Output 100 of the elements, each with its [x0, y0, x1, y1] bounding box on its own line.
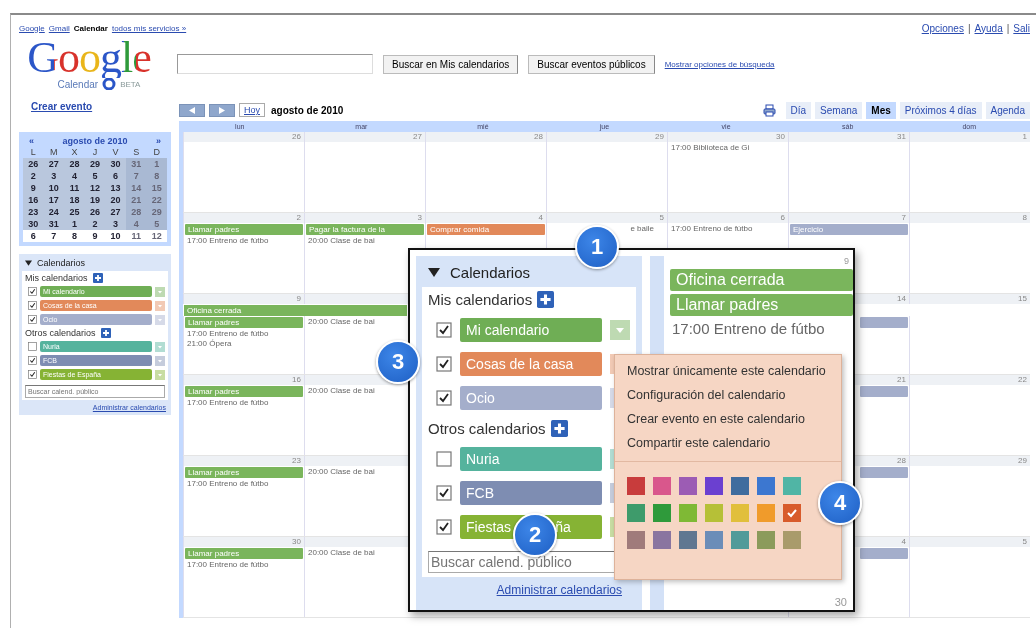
create-event-link[interactable]: Crear evento	[31, 101, 171, 112]
search-button[interactable]: Buscar eventos públicos	[528, 54, 655, 74]
plus-icon[interactable]	[92, 273, 103, 283]
event-entry[interactable]: 20:00 Clase de bai	[306, 236, 375, 245]
mini-calendar-day[interactable]: 6	[23, 230, 44, 242]
menu-item[interactable]: Crear evento en este calendario	[627, 411, 829, 428]
search-options-link[interactable]: Mostrar opciones de búsqueda	[664, 59, 775, 69]
checkbox[interactable]	[436, 356, 452, 372]
mini-calendar-day[interactable]: 24	[43, 206, 65, 218]
color-swatch[interactable]	[679, 504, 697, 522]
view-tab[interactable]: Mes	[866, 101, 896, 119]
mini-calendar-day[interactable]: 27	[105, 206, 126, 218]
color-swatch[interactable]	[757, 531, 775, 549]
color-swatch[interactable]	[653, 477, 671, 495]
checkbox[interactable]	[28, 370, 37, 379]
mini-calendar-day[interactable]: 30	[105, 158, 126, 170]
event-entry[interactable]: 20:00 Clase de bai	[306, 467, 375, 476]
color-swatch[interactable]	[653, 504, 671, 522]
next-month-link[interactable]: »	[156, 136, 161, 146]
color-swatch[interactable]	[653, 531, 671, 549]
view-tab[interactable]: Día	[785, 101, 812, 119]
color-swatch[interactable]	[757, 477, 775, 495]
mini-calendar-day[interactable]: 16	[23, 194, 44, 206]
mini-calendar-day[interactable]: 31	[43, 218, 65, 230]
manage-calendars-link[interactable]: Administrar calendarios	[482, 577, 636, 599]
color-swatch[interactable]	[731, 531, 749, 549]
color-swatch[interactable]	[679, 531, 697, 549]
event-entry[interactable]: 20:00 Clase de bai	[306, 317, 375, 326]
color-swatch[interactable]	[627, 504, 645, 522]
menu-item[interactable]: Configuración del calendario	[627, 387, 829, 404]
event-entry[interactable]: 21:00 Ópera	[185, 339, 232, 348]
event-bar[interactable]	[860, 386, 908, 397]
checkbox[interactable]	[28, 301, 37, 310]
mini-calendar-day[interactable]: 12	[146, 230, 167, 242]
next-button[interactable]	[209, 103, 235, 117]
prev-month-link[interactable]: «	[29, 136, 34, 146]
top-link[interactable]: todos mis servicios »	[111, 23, 187, 33]
view-tab[interactable]: Agenda	[985, 101, 1030, 119]
checkbox[interactable]	[436, 451, 452, 467]
color-swatch[interactable]	[783, 504, 801, 522]
event-entry[interactable]: 17:00 Entreno de fútbo	[185, 329, 269, 338]
event-entry[interactable]: 17:00 Biblioteca de Gi	[669, 143, 750, 152]
mini-calendar-day[interactable]: 26	[23, 158, 44, 170]
event-entry[interactable]: 17:00 Entreno de fútbo	[669, 224, 753, 233]
search-field[interactable]	[177, 54, 373, 74]
mini-calendar-day[interactable]: 11	[64, 182, 85, 194]
mini-calendar-day[interactable]: 27	[43, 158, 65, 170]
event-bar[interactable]	[860, 548, 908, 559]
previous-button[interactable]	[179, 103, 205, 117]
plus-icon[interactable]	[537, 291, 555, 308]
mini-calendar-day[interactable]: 17	[43, 194, 65, 206]
checkbox[interactable]	[28, 342, 37, 351]
color-swatch[interactable]	[627, 477, 645, 495]
mini-calendar-day[interactable]: 3	[43, 170, 65, 182]
mini-calendar-day[interactable]: 10	[105, 230, 126, 242]
mini-calendar-day[interactable]: 1	[64, 218, 85, 230]
print-icon[interactable]	[762, 103, 776, 117]
color-swatch[interactable]	[705, 531, 723, 549]
top-link[interactable]: Gmail	[48, 23, 70, 33]
color-swatch[interactable]	[627, 531, 645, 549]
color-swatch[interactable]	[705, 504, 723, 522]
event-entry[interactable]: e baile	[630, 224, 654, 233]
mini-calendar-day[interactable]: 2	[84, 218, 106, 230]
collapse-triangle-icon[interactable]	[25, 260, 32, 266]
top-link[interactable]: Ayuda	[974, 22, 1003, 34]
checkbox[interactable]	[28, 315, 37, 324]
search-button[interactable]: Buscar en Mis calendarios	[383, 54, 519, 74]
color-swatch[interactable]	[679, 477, 697, 495]
event-entry[interactable]: 17:00 Entreno de fútbo	[185, 236, 269, 245]
mini-calendar-day[interactable]: 8	[64, 230, 85, 242]
event-entry[interactable]: 20:00 Clase de bai	[306, 548, 375, 557]
collapse-triangle-icon[interactable]	[428, 268, 440, 277]
checkbox[interactable]	[436, 485, 452, 501]
event-bar[interactable]	[860, 467, 908, 478]
mini-calendar-day[interactable]: 28	[64, 158, 85, 170]
mini-calendar-day[interactable]: 7	[43, 230, 65, 242]
view-tab[interactable]: Semana	[815, 101, 863, 119]
mini-calendar-day[interactable]: 9	[84, 230, 106, 242]
mini-calendar-day[interactable]: 13	[105, 182, 126, 194]
mini-calendar-day[interactable]: 25	[64, 206, 85, 218]
today-button[interactable]: Hoy	[239, 103, 265, 117]
top-link[interactable]: Calendar	[73, 23, 108, 33]
mini-calendar-day[interactable]: 4	[64, 170, 85, 182]
top-link[interactable]: Google	[19, 23, 45, 33]
color-swatch[interactable]	[705, 477, 723, 495]
color-swatch[interactable]	[783, 477, 801, 495]
color-swatch[interactable]	[731, 504, 749, 522]
event-entry[interactable]: 20:00 Clase de bai	[306, 386, 375, 395]
view-tab[interactable]: Próximos 4 días	[899, 101, 982, 119]
mini-calendar-day[interactable]: 18	[64, 194, 85, 206]
event-entry[interactable]: 17:00 Entreno de fútbo	[185, 479, 269, 488]
mini-calendar-day[interactable]: 23	[23, 206, 44, 218]
mini-calendar-day[interactable]: 19	[84, 194, 106, 206]
checkbox[interactable]	[436, 519, 452, 535]
mini-calendar-day[interactable]: 30	[23, 218, 44, 230]
color-swatch[interactable]	[731, 477, 749, 495]
color-swatch[interactable]	[757, 504, 775, 522]
color-swatch[interactable]	[783, 531, 801, 549]
menu-item[interactable]: Mostrar únicamente este calendario	[627, 363, 829, 380]
event-entry[interactable]: 17:00 Entreno de fútbo	[670, 316, 853, 337]
